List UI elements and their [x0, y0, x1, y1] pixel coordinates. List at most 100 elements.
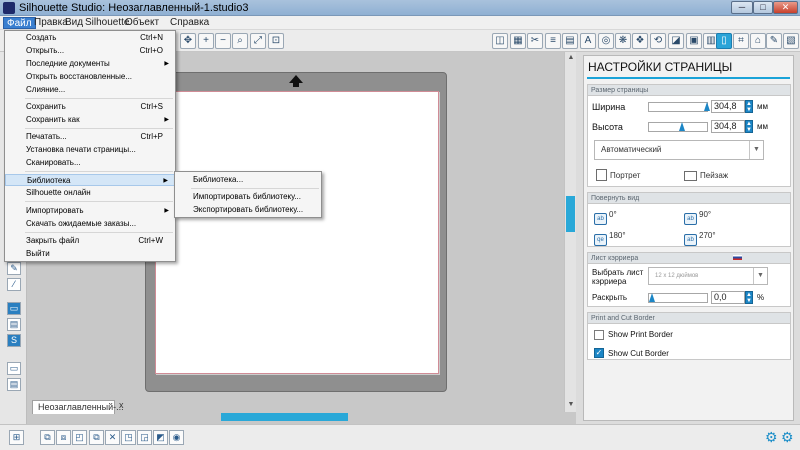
document-tab[interactable]: Неозаглавленный-... [32, 400, 124, 414]
design-page[interactable] [155, 91, 439, 374]
submenu-arrow-icon: ▶ [163, 178, 168, 184]
zoom-in-icon[interactable]: + [198, 33, 214, 49]
reveal-spinner[interactable]: ▲ ▼ [745, 291, 753, 304]
menu-item-import[interactable]: Импортировать ▶ [5, 205, 175, 217]
bottom-toolbar: ⊞ ⧉ ⧈ ◰ ⧉ ✕ ◳ ◲ ◩ ◉ ⚙ ⚙ [0, 424, 800, 450]
store-icon[interactable]: ✎ [766, 33, 782, 49]
reveal-slider[interactable] [648, 293, 708, 303]
design-view-icon[interactable]: ▭ [7, 362, 21, 375]
menu-item-open[interactable]: Открыть... Ctrl+O [5, 45, 175, 57]
height-input[interactable]: 304,8 [711, 120, 745, 133]
shapes-panel-icon[interactable]: ▭ [7, 302, 21, 315]
menu-item-library[interactable]: Библиотека ▶ [5, 174, 175, 186]
horizontal-scroll-thumb[interactable] [221, 413, 348, 421]
height-spinner[interactable]: ▲ ▼ [745, 120, 753, 133]
menu-item-save[interactable]: Сохранить Ctrl+S [5, 101, 175, 113]
close-window-button[interactable]: ✕ [773, 1, 798, 14]
vertical-scrollbar[interactable]: ▲ ▼ [564, 52, 576, 412]
menu-item-page-setup[interactable]: Установка печати страницы... [5, 144, 175, 156]
preferences-gear-icon[interactable]: ⚙ [781, 429, 794, 446]
weld-icon[interactable]: ◩ [153, 430, 168, 445]
page-settings-icon[interactable]: ▯ [716, 33, 732, 49]
knife-icon[interactable]: ⁄ [7, 278, 21, 291]
pan-icon[interactable]: ✥ [180, 33, 196, 49]
delete-icon[interactable]: ✕ [105, 430, 120, 445]
reveal-input[interactable]: 0,0 [711, 291, 745, 304]
group-icon[interactable]: ⧉ [40, 430, 55, 445]
fit-page-icon[interactable]: ⊡ [268, 33, 284, 49]
menu-item-close-file[interactable]: Закрыть файл Ctrl+W [5, 235, 175, 247]
align-icon[interactable]: ≡ [545, 33, 561, 49]
modify-icon[interactable]: ◪ [668, 33, 684, 49]
rotate-0-button[interactable]: ab 0° [594, 208, 617, 225]
menu-object[interactable]: Объект [122, 17, 162, 29]
drag-zoom-icon[interactable]: ⤢ [250, 33, 266, 49]
color-icon[interactable]: ▤ [562, 33, 578, 49]
submenu-item-import-library[interactable]: Импортировать библиотеку... [175, 191, 321, 203]
eraser-icon[interactable]: ✎ [7, 262, 21, 275]
submenu-item-library[interactable]: Библиотека... [175, 174, 321, 186]
document-tab-bar: Неозаглавленный-... x [27, 400, 576, 424]
zoom-out-icon[interactable]: − [215, 33, 231, 49]
document-tab-close-icon[interactable]: x [119, 400, 124, 410]
menu-item-download-orders[interactable]: Скачать ожидаемые заказы... [5, 218, 175, 230]
width-slider[interactable] [648, 102, 710, 112]
ungroup-icon[interactable]: ⧈ [56, 430, 71, 445]
vertical-scroll-thumb[interactable] [566, 196, 575, 232]
online-store-icon[interactable]: S [7, 334, 21, 347]
menu-item-open-recovered[interactable]: Открыть восстановленные... [5, 71, 175, 83]
page-size-dropdown[interactable]: Автоматический ▼ [594, 140, 764, 160]
select-all-icon[interactable]: ⊞ [9, 430, 24, 445]
settings-gear-icon[interactable]: ⚙ [765, 429, 778, 446]
trace-icon[interactable]: ❋ [615, 33, 631, 49]
rotate-180-button[interactable]: qe 180° [594, 229, 626, 246]
menu-item-exit[interactable]: Выйти [5, 248, 175, 260]
send-to-cutter-icon[interactable]: ⌂ [750, 33, 766, 49]
menu-item-scan[interactable]: Сканировать... [5, 157, 175, 169]
width-label: Ширина [592, 102, 626, 112]
offset-icon[interactable]: ◎ [598, 33, 614, 49]
menu-item-silhouette-online[interactable]: Silhouette онлайн [5, 187, 175, 199]
zoom-select-icon[interactable]: ⌕ [232, 33, 248, 49]
menu-item-save-as[interactable]: Сохранить как ▶ [5, 114, 175, 126]
minimize-button[interactable]: ─ [731, 1, 753, 14]
rotate-90-button[interactable]: ab 90° [684, 208, 711, 225]
landscape-button[interactable]: Пейзаж [684, 169, 728, 184]
print-border-checkbox[interactable] [594, 330, 604, 340]
page-size-section: Размер страницы Ширина 304,8 ▲ ▼ мм Высот… [587, 84, 791, 187]
menu-item-recent[interactable]: Последние документы ▶ [5, 58, 175, 70]
maximize-button[interactable]: □ [753, 1, 773, 14]
menu-help[interactable]: Справка [167, 17, 212, 29]
cutting-mat [145, 72, 447, 392]
transform-icon[interactable]: ⟲ [650, 33, 666, 49]
scroll-down-icon[interactable]: ▼ [567, 401, 575, 409]
library-panel-icon[interactable]: ▤ [7, 318, 21, 331]
compound-path-icon[interactable]: ◰ [72, 430, 87, 445]
carrier-dropdown[interactable]: 12 x 12 дюймов ▼ [648, 267, 768, 285]
page-setup-icon[interactable]: ◫ [492, 33, 508, 49]
menu-item-new[interactable]: Создать Ctrl+N [5, 32, 175, 44]
fill-icon[interactable]: ▣ [686, 33, 702, 49]
duplicate-icon[interactable]: ⧉ [89, 430, 104, 445]
rotate-270-button[interactable]: ab 270° [684, 229, 716, 246]
width-spinner[interactable]: ▲ ▼ [745, 100, 753, 113]
cut-border-checkbox[interactable]: ✓ [594, 348, 604, 358]
cut-settings-icon[interactable]: ✂ [527, 33, 543, 49]
scroll-up-icon[interactable]: ▲ [567, 54, 575, 62]
replicate-icon[interactable]: ❖ [632, 33, 648, 49]
bring-forward-icon[interactable]: ◳ [121, 430, 136, 445]
library-view-icon[interactable]: ▤ [7, 378, 21, 391]
offset-tool-icon[interactable]: ◉ [169, 430, 184, 445]
send-backward-icon[interactable]: ◲ [137, 430, 152, 445]
library-icon[interactable]: ▧ [783, 33, 799, 49]
portrait-button[interactable]: Портрет [596, 169, 640, 184]
registration-icon[interactable]: ⌗ [733, 33, 749, 49]
grid-icon[interactable]: ▦ [510, 33, 526, 49]
text-style-icon[interactable]: A [580, 33, 596, 49]
menu-item-merge[interactable]: Слияние... [5, 84, 175, 96]
submenu-item-export-library[interactable]: Экспортировать библиотеку... [175, 204, 321, 216]
menu-item-print[interactable]: Печатать... Ctrl+P [5, 131, 175, 143]
height-slider[interactable] [648, 122, 708, 132]
width-input[interactable]: 304,8 [711, 100, 745, 113]
reveal-unit: % [757, 293, 765, 302]
